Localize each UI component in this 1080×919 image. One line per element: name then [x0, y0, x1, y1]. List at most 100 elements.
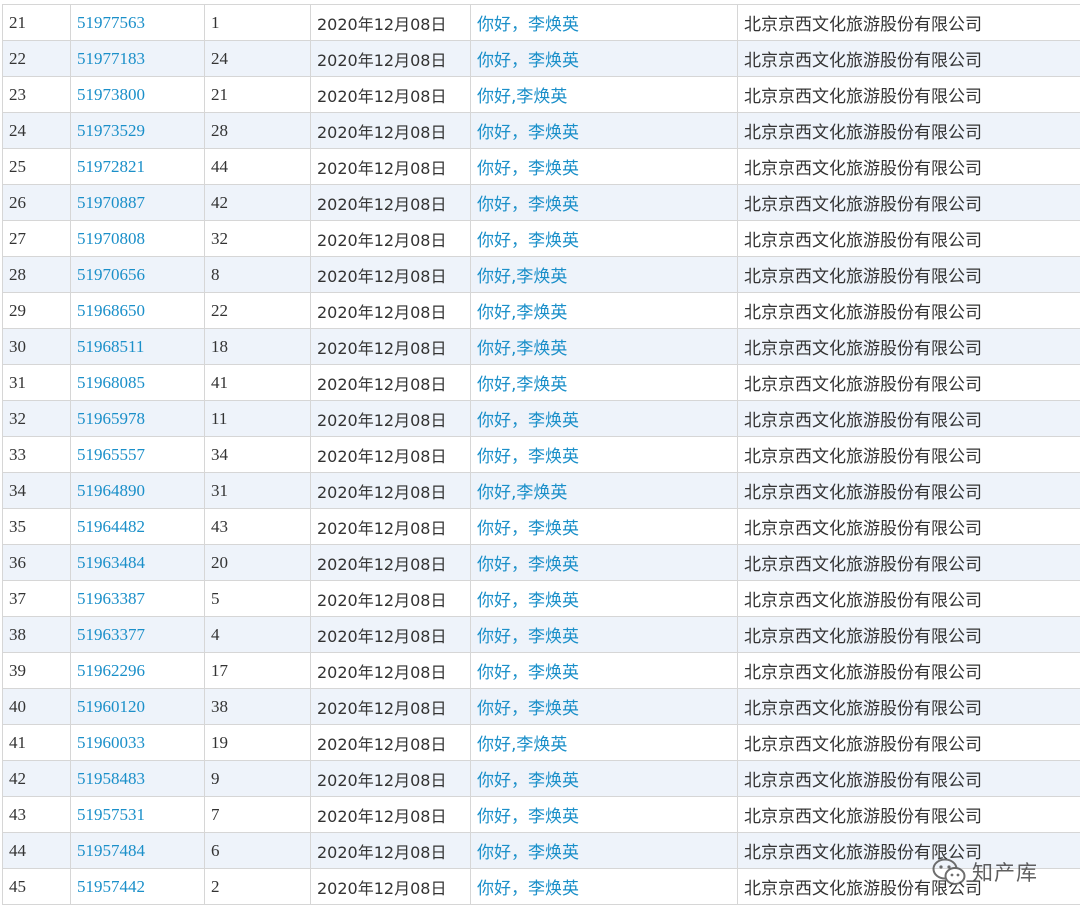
cell-registration-no[interactable]: 51957484 [70, 832, 205, 869]
cell-trademark-name[interactable]: 你好，李焕英 [470, 868, 738, 905]
cell-trademark-name[interactable]: 你好，李焕英 [470, 508, 738, 545]
cell-registration-no[interactable]: 51972821 [70, 148, 205, 185]
cell-class: 17 [204, 652, 311, 689]
cell-registration-no[interactable]: 51973800 [70, 76, 205, 113]
cell-trademark-name[interactable]: 你好，李焕英 [470, 184, 738, 221]
cell-registration-no[interactable]: 51965978 [70, 400, 205, 437]
cell-trademark-name[interactable]: 你好，李焕英 [470, 616, 738, 653]
cell-date: 2020年12月08日 [310, 544, 471, 581]
cell-class: 4 [204, 616, 311, 653]
cell-date: 2020年12月08日 [310, 112, 471, 149]
cell-registration-no[interactable]: 51968085 [70, 364, 205, 401]
cell-registration-no[interactable]: 51968511 [70, 328, 205, 365]
cell-applicant: 北京京西文化旅游股份有限公司 [737, 76, 1080, 113]
table-row: 34 51964890 31 2020年12月08日 你好,李焕英 北京京西文化旅游股份有… [2, 472, 1080, 509]
cell-registration-no[interactable]: 51964482 [70, 508, 205, 545]
cell-trademark-name[interactable]: 你好，李焕英 [470, 580, 738, 617]
cell-trademark-name[interactable]: 你好，李焕英 [470, 400, 738, 437]
cell-trademark-name[interactable]: 你好，李焕英 [470, 4, 738, 41]
cell-trademark-name[interactable]: 你好,李焕英 [470, 364, 738, 401]
cell-class: 5 [204, 580, 311, 617]
cell-class: 38 [204, 688, 311, 725]
cell-registration-no[interactable]: 51965557 [70, 436, 205, 473]
cell-applicant: 北京京西文化旅游股份有限公司 [737, 184, 1080, 221]
cell-date: 2020年12月08日 [310, 184, 471, 221]
cell-applicant: 北京京西文化旅游股份有限公司 [737, 688, 1080, 725]
cell-registration-no[interactable]: 51962296 [70, 652, 205, 689]
cell-trademark-name[interactable]: 你好，李焕英 [470, 40, 738, 77]
table-row: 44 51957484 6 2020年12月08日 你好，李焕英 北京京西文化旅游股份有限… [2, 832, 1080, 869]
cell-registration-no[interactable]: 51957531 [70, 796, 205, 833]
cell-trademark-name[interactable]: 你好，李焕英 [470, 220, 738, 257]
table-row: 22 51977183 24 2020年12月08日 你好，李焕英 北京京西文化旅游股份有… [2, 40, 1080, 77]
cell-registration-no[interactable]: 51957442 [70, 868, 205, 905]
cell-index: 26 [2, 184, 71, 221]
table-row: 40 51960120 38 2020年12月08日 你好，李焕英 北京京西文化旅游股份有… [2, 688, 1080, 725]
cell-applicant: 北京京西文化旅游股份有限公司 [737, 652, 1080, 689]
cell-date: 2020年12月08日 [310, 580, 471, 617]
cell-index: 35 [2, 508, 71, 545]
cell-applicant: 北京京西文化旅游股份有限公司 [737, 292, 1080, 329]
cell-index: 29 [2, 292, 71, 329]
cell-index: 24 [2, 112, 71, 149]
cell-trademark-name[interactable]: 你好，李焕英 [470, 148, 738, 185]
cell-registration-no[interactable]: 51963377 [70, 616, 205, 653]
cell-registration-no[interactable]: 51963484 [70, 544, 205, 581]
cell-registration-no[interactable]: 51973529 [70, 112, 205, 149]
cell-index: 38 [2, 616, 71, 653]
cell-applicant: 北京京西文化旅游股份有限公司 [737, 364, 1080, 401]
cell-class: 41 [204, 364, 311, 401]
cell-index: 36 [2, 544, 71, 581]
cell-date: 2020年12月08日 [310, 472, 471, 509]
cell-applicant: 北京京西文化旅游股份有限公司 [737, 436, 1080, 473]
cell-trademark-name[interactable]: 你好，李焕英 [470, 436, 738, 473]
cell-date: 2020年12月08日 [310, 40, 471, 77]
cell-date: 2020年12月08日 [310, 688, 471, 725]
cell-registration-no[interactable]: 51970887 [70, 184, 205, 221]
cell-trademark-name[interactable]: 你好,李焕英 [470, 472, 738, 509]
table-row: 41 51960033 19 2020年12月08日 你好,李焕英 北京京西文化旅游股份有… [2, 724, 1080, 761]
cell-trademark-name[interactable]: 你好，李焕英 [470, 796, 738, 833]
cell-applicant: 北京京西文化旅游股份有限公司 [737, 508, 1080, 545]
cell-class: 21 [204, 76, 311, 113]
cell-index: 27 [2, 220, 71, 257]
cell-trademark-name[interactable]: 你好,李焕英 [470, 256, 738, 293]
cell-date: 2020年12月08日 [310, 328, 471, 365]
cell-class: 9 [204, 760, 311, 797]
cell-index: 31 [2, 364, 71, 401]
cell-class: 1 [204, 4, 311, 41]
cell-registration-no[interactable]: 51968650 [70, 292, 205, 329]
cell-index: 40 [2, 688, 71, 725]
cell-registration-no[interactable]: 51960033 [70, 724, 205, 761]
cell-trademark-name[interactable]: 你好,李焕英 [470, 328, 738, 365]
cell-registration-no[interactable]: 51977563 [70, 4, 205, 41]
page: 21 51977563 1 2020年12月08日 你好，李焕英 北京京西文化旅游股份有限… [0, 0, 1080, 919]
table-row: 39 51962296 17 2020年12月08日 你好，李焕英 北京京西文化旅游股份有… [2, 652, 1080, 689]
cell-registration-no[interactable]: 51964890 [70, 472, 205, 509]
cell-class: 28 [204, 112, 311, 149]
cell-trademark-name[interactable]: 你好，李焕英 [470, 688, 738, 725]
cell-trademark-name[interactable]: 你好，李焕英 [470, 652, 738, 689]
cell-class: 19 [204, 724, 311, 761]
cell-trademark-name[interactable]: 你好,李焕英 [470, 292, 738, 329]
cell-class: 31 [204, 472, 311, 509]
cell-registration-no[interactable]: 51970808 [70, 220, 205, 257]
cell-trademark-name[interactable]: 你好,李焕英 [470, 76, 738, 113]
cell-applicant: 北京京西文化旅游股份有限公司 [737, 40, 1080, 77]
cell-trademark-name[interactable]: 你好,李焕英 [470, 724, 738, 761]
cell-date: 2020年12月08日 [310, 364, 471, 401]
cell-class: 34 [204, 436, 311, 473]
cell-registration-no[interactable]: 51958483 [70, 760, 205, 797]
cell-registration-no[interactable]: 51977183 [70, 40, 205, 77]
cell-registration-no[interactable]: 51970656 [70, 256, 205, 293]
cell-registration-no[interactable]: 51963387 [70, 580, 205, 617]
cell-registration-no[interactable]: 51960120 [70, 688, 205, 725]
cell-trademark-name[interactable]: 你好，李焕英 [470, 832, 738, 869]
table-row: 32 51965978 11 2020年12月08日 你好，李焕英 北京京西文化旅游股份有… [2, 400, 1080, 437]
table-row: 36 51963484 20 2020年12月08日 你好，李焕英 北京京西文化旅游股份有… [2, 544, 1080, 581]
cell-trademark-name[interactable]: 你好，李焕英 [470, 760, 738, 797]
cell-date: 2020年12月08日 [310, 256, 471, 293]
cell-trademark-name[interactable]: 你好，李焕英 [470, 544, 738, 581]
cell-class: 43 [204, 508, 311, 545]
cell-trademark-name[interactable]: 你好，李焕英 [470, 112, 738, 149]
